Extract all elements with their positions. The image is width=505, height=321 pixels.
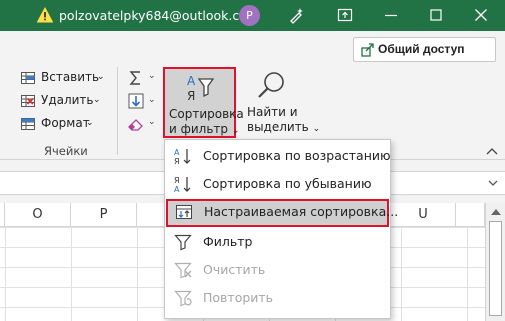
share-label: Общий доступ xyxy=(378,42,465,56)
clear-icon[interactable] xyxy=(127,115,145,133)
avatar[interactable]: P xyxy=(239,5,260,26)
magnifier-icon xyxy=(258,72,284,98)
account-email[interactable]: polzovatelpky684@outlook.com xyxy=(59,8,259,23)
menu-item-clear: Очистить xyxy=(165,257,390,283)
find-select-label-1: Найти и xyxy=(247,105,298,119)
sort-filter-label-1: Сортировка xyxy=(169,107,244,121)
chevron-down-icon: ⌄ xyxy=(97,72,105,82)
column-header-o[interactable]: O xyxy=(5,203,71,227)
scroll-thumb[interactable] xyxy=(489,221,502,316)
svg-text:А: А xyxy=(174,148,180,157)
minimize-icon[interactable] xyxy=(382,6,400,24)
cells-group-label: Ячейки xyxy=(44,144,88,158)
share-icon xyxy=(361,43,374,57)
menu-item-label: Фильтр xyxy=(203,234,253,249)
find-select-label-2: выделить ⌄ xyxy=(247,120,321,134)
fill-icon[interactable] xyxy=(127,92,145,110)
svg-text:Я: Я xyxy=(187,89,195,103)
insert-label: Вставить xyxy=(41,70,100,84)
sort-filter-button[interactable]: А Я Сортировка и фильтр ⌄ xyxy=(163,67,244,138)
warning-icon[interactable] xyxy=(37,7,53,23)
menu-item-filter[interactable]: Фильтр xyxy=(165,229,390,255)
format-button[interactable]: Формат ⌄ xyxy=(20,114,115,134)
insert-cells-icon xyxy=(21,72,35,84)
collapse-ribbon-icon[interactable] xyxy=(486,146,498,156)
pen-sparkle-icon[interactable] xyxy=(288,6,306,24)
menu-item-custom-sort[interactable]: Настраиваемая сортировка... xyxy=(166,199,398,227)
maximize-icon[interactable] xyxy=(427,6,445,24)
reapply-icon xyxy=(174,290,192,307)
delete-cells-icon xyxy=(21,95,35,107)
menu-item-label: Настраиваемая сортировка... xyxy=(204,204,399,219)
menu-item-label: Очистить xyxy=(203,262,266,277)
sort-filter-menu: А Я Сортировка по возрастанию Я А Сортир… xyxy=(164,139,398,319)
sort-az-icon: А Я xyxy=(174,148,191,165)
sort-filter-icon: А Я xyxy=(187,74,215,103)
find-select-button[interactable]: Найти и выделить ⌄ xyxy=(243,67,320,138)
group-divider xyxy=(117,67,118,155)
menu-item-label: Сортировка по возрастанию xyxy=(203,148,391,163)
column-header[interactable] xyxy=(456,203,485,227)
chevron-down-icon: ⌄ xyxy=(93,95,101,105)
format-cells-icon xyxy=(21,118,35,130)
svg-text:А: А xyxy=(174,185,180,193)
column-header-u[interactable]: U xyxy=(390,203,456,227)
sort-filter-label-2: и фильтр ⌄ xyxy=(169,122,240,136)
column-header[interactable] xyxy=(137,203,166,227)
scroll-up-icon[interactable] xyxy=(490,208,502,216)
delete-button[interactable]: Удалить ⌄ xyxy=(20,91,115,111)
menu-item-reapply: Повторить xyxy=(165,285,390,311)
menu-item-sort-ascending[interactable]: А Я Сортировка по возрастанию xyxy=(165,143,391,169)
chevron-down-icon[interactable]: ⌄ xyxy=(148,117,156,127)
sort-za-icon: Я А xyxy=(174,176,191,193)
chevron-down-icon[interactable]: ⌄ xyxy=(148,71,156,81)
title-bar: polzovatelpky684@outlook.com P xyxy=(0,0,505,31)
menu-item-label: Повторить xyxy=(203,290,274,305)
autosum-icon[interactable] xyxy=(127,69,145,87)
svg-text:Я: Я xyxy=(174,157,180,165)
close-icon[interactable] xyxy=(472,6,490,24)
insert-button[interactable]: Вставить ⌄ xyxy=(20,68,115,88)
ribbon-display-options-icon[interactable] xyxy=(336,6,354,24)
svg-text:А: А xyxy=(187,74,196,88)
column-header-p[interactable]: P xyxy=(71,203,137,227)
chevron-down-icon: ⌄ xyxy=(86,118,94,128)
share-button[interactable]: Общий доступ xyxy=(353,37,496,62)
menu-item-sort-descending[interactable]: Я А Сортировка по убыванию xyxy=(165,171,390,197)
delete-label: Удалить xyxy=(41,93,94,107)
custom-sort-icon xyxy=(176,205,192,219)
filter-icon xyxy=(174,234,192,251)
expand-formula-bar-icon[interactable] xyxy=(487,177,499,189)
menu-item-label: Сортировка по убыванию xyxy=(203,176,372,191)
clear-filter-icon xyxy=(174,262,192,279)
svg-text:Я: Я xyxy=(174,176,180,185)
format-label: Формат xyxy=(41,116,90,130)
chevron-down-icon[interactable]: ⌄ xyxy=(148,95,156,105)
vertical-scrollbar[interactable] xyxy=(485,203,505,321)
